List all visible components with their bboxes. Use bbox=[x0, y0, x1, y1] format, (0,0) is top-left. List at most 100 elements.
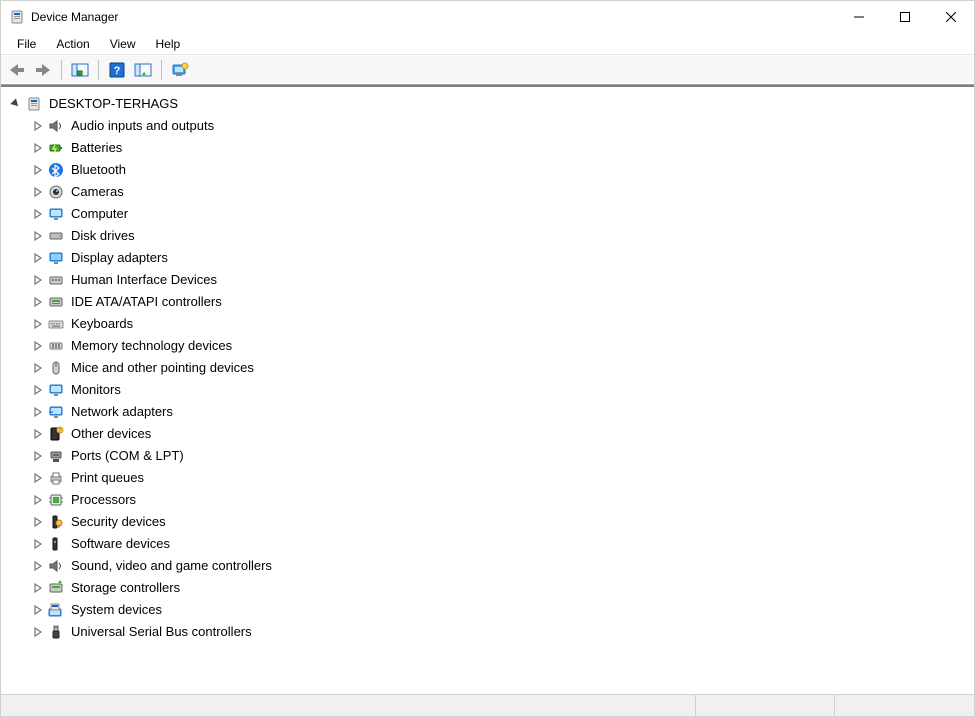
tree-category-node[interactable]: Audio inputs and outputs bbox=[31, 115, 970, 137]
tree-category-node[interactable]: Security devices bbox=[31, 511, 970, 533]
back-button[interactable] bbox=[5, 58, 29, 82]
tree-category-node[interactable]: Monitors bbox=[31, 379, 970, 401]
tree-category-node[interactable]: Human Interface Devices bbox=[31, 269, 970, 291]
expand-collapse-icon[interactable] bbox=[31, 163, 45, 177]
tree-category-node[interactable]: Memory technology devices bbox=[31, 335, 970, 357]
expand-collapse-icon[interactable] bbox=[31, 493, 45, 507]
monitor-icon bbox=[47, 205, 65, 223]
menu-help[interactable]: Help bbox=[146, 35, 191, 53]
show-hide-tree-button[interactable] bbox=[68, 58, 92, 82]
expand-collapse-icon[interactable] bbox=[31, 361, 45, 375]
tree-category-label: Ports (COM & LPT) bbox=[69, 444, 186, 468]
memory-icon bbox=[47, 337, 65, 355]
expand-collapse-icon[interactable] bbox=[31, 229, 45, 243]
expand-collapse-icon[interactable] bbox=[31, 141, 45, 155]
expand-collapse-icon[interactable] bbox=[31, 273, 45, 287]
tree-root-label: DESKTOP-TERHAGS bbox=[47, 92, 180, 116]
tree-category-node[interactable]: Bluetooth bbox=[31, 159, 970, 181]
tree-category-node[interactable]: Batteries bbox=[31, 137, 970, 159]
system-icon bbox=[47, 601, 65, 619]
expand-collapse-icon[interactable] bbox=[9, 97, 23, 111]
statusbar bbox=[1, 694, 974, 716]
expand-collapse-icon[interactable] bbox=[31, 405, 45, 419]
expand-collapse-icon[interactable] bbox=[31, 339, 45, 353]
tree-category-label: Software devices bbox=[69, 532, 172, 556]
menu-file[interactable]: File bbox=[7, 35, 46, 53]
tree-category-node[interactable]: Keyboards bbox=[31, 313, 970, 335]
menu-action[interactable]: Action bbox=[46, 35, 99, 53]
tree-category-node[interactable]: Universal Serial Bus controllers bbox=[31, 621, 970, 643]
expand-collapse-icon[interactable] bbox=[31, 559, 45, 573]
computer-root-icon bbox=[25, 95, 43, 113]
forward-button[interactable] bbox=[31, 58, 55, 82]
tree-category-label: Batteries bbox=[69, 136, 124, 160]
expand-collapse-icon[interactable] bbox=[31, 603, 45, 617]
tree-category-label: Monitors bbox=[69, 378, 123, 402]
expand-collapse-icon[interactable] bbox=[31, 295, 45, 309]
tree-category-label: Mice and other pointing devices bbox=[69, 356, 256, 380]
tree-category-label: Print queues bbox=[69, 466, 146, 490]
expand-collapse-icon[interactable] bbox=[31, 581, 45, 595]
expand-collapse-icon[interactable] bbox=[31, 185, 45, 199]
printer-icon bbox=[47, 469, 65, 487]
maximize-button[interactable] bbox=[882, 1, 928, 33]
tree-root-node[interactable]: DESKTOP-TERHAGS bbox=[9, 93, 970, 115]
speaker-icon bbox=[47, 117, 65, 135]
tree-category-node[interactable]: Software devices bbox=[31, 533, 970, 555]
tree-category-label: Universal Serial Bus controllers bbox=[69, 620, 254, 644]
device-tree[interactable]: DESKTOP-TERHAGS Audio inputs and outputs… bbox=[3, 89, 972, 647]
tree-category-label: Audio inputs and outputs bbox=[69, 114, 216, 138]
expand-collapse-icon[interactable] bbox=[31, 537, 45, 551]
tree-category-node[interactable]: Network adapters bbox=[31, 401, 970, 423]
tree-category-node[interactable]: IDE ATA/ATAPI controllers bbox=[31, 291, 970, 313]
menubar: File Action View Help bbox=[1, 33, 974, 55]
expand-collapse-icon[interactable] bbox=[31, 383, 45, 397]
tree-category-node[interactable]: Computer bbox=[31, 203, 970, 225]
window-title: Device Manager bbox=[31, 10, 118, 24]
expand-collapse-icon[interactable] bbox=[31, 515, 45, 529]
tree-category-label: Keyboards bbox=[69, 312, 135, 336]
other-icon: ? bbox=[47, 425, 65, 443]
camera-icon bbox=[47, 183, 65, 201]
tree-category-label: Computer bbox=[69, 202, 130, 226]
svg-text:?: ? bbox=[114, 65, 121, 77]
minimize-button[interactable] bbox=[836, 1, 882, 33]
expand-collapse-icon[interactable] bbox=[31, 317, 45, 331]
expand-collapse-icon[interactable] bbox=[31, 207, 45, 221]
security-icon bbox=[47, 513, 65, 531]
device-manager-window: Device Manager File Action View Help bbox=[0, 0, 975, 717]
tree-category-node[interactable]: Mice and other pointing devices bbox=[31, 357, 970, 379]
properties-toolbar-button[interactable] bbox=[131, 58, 155, 82]
tree-children: Audio inputs and outputsBatteriesBluetoo… bbox=[9, 115, 970, 643]
help-toolbar-button[interactable]: ? bbox=[105, 58, 129, 82]
monitor-icon bbox=[47, 381, 65, 399]
tree-category-label: Sound, video and game controllers bbox=[69, 554, 274, 578]
app-icon bbox=[9, 9, 25, 25]
tree-category-node[interactable]: Storage controllers bbox=[31, 577, 970, 599]
battery-icon bbox=[47, 139, 65, 157]
tree-category-node[interactable]: ?Other devices bbox=[31, 423, 970, 445]
expand-collapse-icon[interactable] bbox=[31, 625, 45, 639]
close-button[interactable] bbox=[928, 1, 974, 33]
tree-category-label: Other devices bbox=[69, 422, 153, 446]
expand-collapse-icon[interactable] bbox=[31, 427, 45, 441]
statusbar-cell bbox=[835, 695, 974, 716]
tree-category-node[interactable]: Print queues bbox=[31, 467, 970, 489]
scan-hardware-button[interactable] bbox=[168, 58, 192, 82]
tree-category-node[interactable]: Processors bbox=[31, 489, 970, 511]
expand-collapse-icon[interactable] bbox=[31, 251, 45, 265]
expand-collapse-icon[interactable] bbox=[31, 471, 45, 485]
tree-category-node[interactable]: Disk drives bbox=[31, 225, 970, 247]
tree-category-node[interactable]: Ports (COM & LPT) bbox=[31, 445, 970, 467]
tree-category-node[interactable]: System devices bbox=[31, 599, 970, 621]
tree-category-label: IDE ATA/ATAPI controllers bbox=[69, 290, 224, 314]
titlebar: Device Manager bbox=[1, 1, 974, 33]
expand-collapse-icon[interactable] bbox=[31, 119, 45, 133]
expand-collapse-icon[interactable] bbox=[31, 449, 45, 463]
menu-view[interactable]: View bbox=[100, 35, 146, 53]
tree-category-node[interactable]: Display adapters bbox=[31, 247, 970, 269]
tree-category-node[interactable]: Sound, video and game controllers bbox=[31, 555, 970, 577]
usb-icon bbox=[47, 623, 65, 641]
tree-category-node[interactable]: Cameras bbox=[31, 181, 970, 203]
tree-category-label: Processors bbox=[69, 488, 138, 512]
